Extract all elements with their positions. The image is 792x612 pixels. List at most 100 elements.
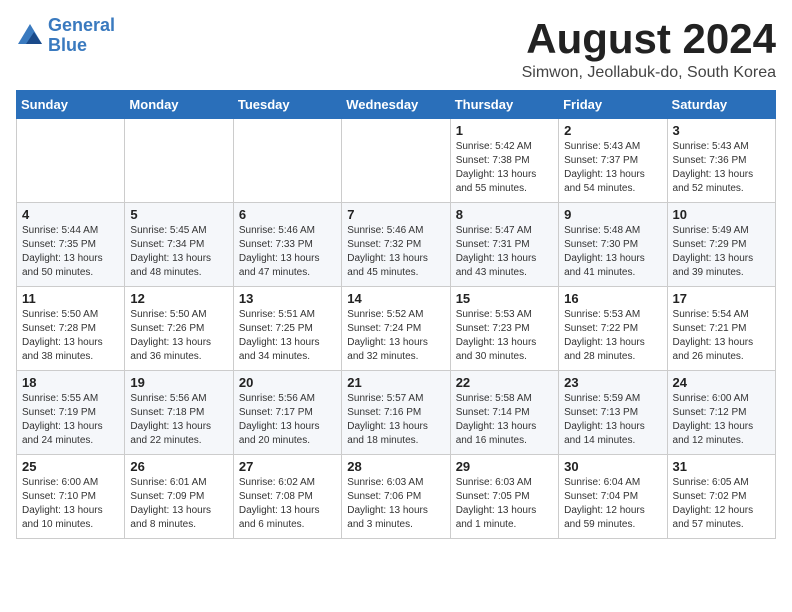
calendar-cell: 13Sunrise: 5:51 AM Sunset: 7:25 PM Dayli… <box>233 287 341 371</box>
day-info: Sunrise: 5:50 AM Sunset: 7:26 PM Dayligh… <box>130 308 227 364</box>
calendar-cell: 7 Sunrise: 5:46 AM Sunset: 7:32 PM Daylig… <box>342 203 450 287</box>
day-info: Sunrise: 6:03 AM Sunset: 7:06 PM Dayligh… <box>347 476 444 532</box>
day-info: Sunrise: 6:02 AM Sunset: 7:08 PM Dayligh… <box>239 476 336 532</box>
day-number: 24 <box>673 375 770 390</box>
calendar-cell: 31 Sunrise: 6:05 AM Sunset: 7:02 PM Dayli… <box>667 455 775 539</box>
day-number: 7 <box>347 207 444 222</box>
calendar-cell: 14 Sunrise: 5:52 AM Sunset: 7:24 PM Dayli… <box>342 287 450 371</box>
day-info: Sunrise: 6:05 AM Sunset: 7:02 PM Dayligh… <box>673 476 770 532</box>
calendar-cell: 22Sunrise: 5:58 AM Sunset: 7:14 PM Dayli… <box>450 371 558 455</box>
day-info: Sunrise: 5:42 AM Sunset: 7:38 PM Dayligh… <box>456 140 553 196</box>
calendar-cell <box>17 119 125 203</box>
day-number: 31 <box>673 459 770 474</box>
day-number: 3 <box>673 123 770 138</box>
day-info: Sunrise: 5:46 AM Sunset: 7:32 PM Dayligh… <box>347 224 444 280</box>
calendar-cell: 2 Sunrise: 5:43 AM Sunset: 7:37 PM Daylig… <box>559 119 667 203</box>
day-number: 19 <box>130 375 227 390</box>
calendar-cell: 12 Sunrise: 5:50 AM Sunset: 7:26 PM Dayli… <box>125 287 233 371</box>
calendar-cell: 9Sunrise: 5:48 AM Sunset: 7:30 PM Daylig… <box>559 203 667 287</box>
calendar-cell: 21 Sunrise: 5:57 AM Sunset: 7:16 PM Dayli… <box>342 371 450 455</box>
day-info: Sunrise: 5:54 AM Sunset: 7:21 PM Dayligh… <box>673 308 770 364</box>
day-number: 16 <box>564 291 661 306</box>
col-header-sunday: Sunday <box>17 91 125 119</box>
col-header-saturday: Saturday <box>667 91 775 119</box>
calendar-cell <box>125 119 233 203</box>
day-info: Sunrise: 5:45 AM Sunset: 7:34 PM Dayligh… <box>130 224 227 280</box>
calendar-cell: 19 Sunrise: 5:56 AM Sunset: 7:18 PM Dayli… <box>125 371 233 455</box>
calendar-cell: 27 Sunrise: 6:02 AM Sunset: 7:08 PM Dayli… <box>233 455 341 539</box>
day-info: Sunrise: 5:44 AM Sunset: 7:35 PM Dayligh… <box>22 224 119 280</box>
day-info: Sunrise: 5:49 AM Sunset: 7:29 PM Dayligh… <box>673 224 770 280</box>
location: Simwon, Jeollabuk-do, South Korea <box>522 64 776 82</box>
day-number: 5 <box>130 207 227 222</box>
calendar-cell: 11 Sunrise: 5:50 AM Sunset: 7:28 PM Dayli… <box>17 287 125 371</box>
day-number: 10 <box>673 207 770 222</box>
day-number: 26 <box>130 459 227 474</box>
calendar-cell: 18 Sunrise: 5:55 AM Sunset: 7:19 PM Dayli… <box>17 371 125 455</box>
calendar-cell: 3 Sunrise: 5:43 AM Sunset: 7:36 PM Daylig… <box>667 119 775 203</box>
day-info: Sunrise: 6:03 AM Sunset: 7:05 PM Dayligh… <box>456 476 553 532</box>
col-header-thursday: Thursday <box>450 91 558 119</box>
calendar-cell: 5 Sunrise: 5:45 AM Sunset: 7:34 PM Daylig… <box>125 203 233 287</box>
month-title: August 2024 <box>522 16 776 62</box>
calendar-cell: 26 Sunrise: 6:01 AM Sunset: 7:09 PM Dayli… <box>125 455 233 539</box>
calendar-cell <box>342 119 450 203</box>
col-header-friday: Friday <box>559 91 667 119</box>
calendar-cell: 24 Sunrise: 6:00 AM Sunset: 7:12 PM Dayli… <box>667 371 775 455</box>
day-number: 1 <box>456 123 553 138</box>
day-info: Sunrise: 5:43 AM Sunset: 7:36 PM Dayligh… <box>673 140 770 196</box>
day-info: Sunrise: 5:51 AM Sunset: 7:25 PM Dayligh… <box>239 308 336 364</box>
day-info: Sunrise: 6:00 AM Sunset: 7:10 PM Dayligh… <box>22 476 119 532</box>
logo-icon <box>16 22 44 50</box>
calendar-cell: 15Sunrise: 5:53 AM Sunset: 7:23 PM Dayli… <box>450 287 558 371</box>
calendar-cell: 16 Sunrise: 5:53 AM Sunset: 7:22 PM Dayli… <box>559 287 667 371</box>
day-number: 4 <box>22 207 119 222</box>
day-number: 27 <box>239 459 336 474</box>
day-number: 8 <box>456 207 553 222</box>
calendar-cell: 20 Sunrise: 5:56 AM Sunset: 7:17 PM Dayli… <box>233 371 341 455</box>
day-number: 23 <box>564 375 661 390</box>
day-info: Sunrise: 5:43 AM Sunset: 7:37 PM Dayligh… <box>564 140 661 196</box>
col-header-wednesday: Wednesday <box>342 91 450 119</box>
day-info: Sunrise: 5:53 AM Sunset: 7:22 PM Dayligh… <box>564 308 661 364</box>
day-number: 11 <box>22 291 119 306</box>
day-number: 14 <box>347 291 444 306</box>
day-number: 21 <box>347 375 444 390</box>
calendar-cell <box>233 119 341 203</box>
day-number: 30 <box>564 459 661 474</box>
day-info: Sunrise: 5:46 AM Sunset: 7:33 PM Dayligh… <box>239 224 336 280</box>
day-info: Sunrise: 5:55 AM Sunset: 7:19 PM Dayligh… <box>22 392 119 448</box>
day-number: 28 <box>347 459 444 474</box>
day-number: 12 <box>130 291 227 306</box>
calendar-cell: 25 Sunrise: 6:00 AM Sunset: 7:10 PM Dayli… <box>17 455 125 539</box>
day-number: 17 <box>673 291 770 306</box>
day-number: 18 <box>22 375 119 390</box>
day-info: Sunrise: 5:58 AM Sunset: 7:14 PM Dayligh… <box>456 392 553 448</box>
calendar-cell: 1 Sunrise: 5:42 AM Sunset: 7:38 PM Daylig… <box>450 119 558 203</box>
day-number: 20 <box>239 375 336 390</box>
day-number: 29 <box>456 459 553 474</box>
calendar-cell: 8 Sunrise: 5:47 AM Sunset: 7:31 PM Daylig… <box>450 203 558 287</box>
day-info: Sunrise: 5:56 AM Sunset: 7:17 PM Dayligh… <box>239 392 336 448</box>
page-header: General Blue August 2024 Simwon, Jeollab… <box>16 16 776 82</box>
day-info: Sunrise: 6:01 AM Sunset: 7:09 PM Dayligh… <box>130 476 227 532</box>
day-number: 2 <box>564 123 661 138</box>
day-info: Sunrise: 5:47 AM Sunset: 7:31 PM Dayligh… <box>456 224 553 280</box>
day-info: Sunrise: 5:52 AM Sunset: 7:24 PM Dayligh… <box>347 308 444 364</box>
calendar-cell: 6Sunrise: 5:46 AM Sunset: 7:33 PM Daylig… <box>233 203 341 287</box>
col-header-tuesday: Tuesday <box>233 91 341 119</box>
day-info: Sunrise: 5:56 AM Sunset: 7:18 PM Dayligh… <box>130 392 227 448</box>
day-info: Sunrise: 5:59 AM Sunset: 7:13 PM Dayligh… <box>564 392 661 448</box>
calendar-table: SundayMondayTuesdayWednesdayThursdayFrid… <box>16 90 776 539</box>
day-info: Sunrise: 5:57 AM Sunset: 7:16 PM Dayligh… <box>347 392 444 448</box>
day-info: Sunrise: 5:53 AM Sunset: 7:23 PM Dayligh… <box>456 308 553 364</box>
calendar-cell: 10 Sunrise: 5:49 AM Sunset: 7:29 PM Dayli… <box>667 203 775 287</box>
calendar-cell: 4 Sunrise: 5:44 AM Sunset: 7:35 PM Daylig… <box>17 203 125 287</box>
calendar-cell: 30Sunrise: 6:04 AM Sunset: 7:04 PM Dayli… <box>559 455 667 539</box>
day-number: 25 <box>22 459 119 474</box>
day-info: Sunrise: 6:00 AM Sunset: 7:12 PM Dayligh… <box>673 392 770 448</box>
calendar-cell: 17 Sunrise: 5:54 AM Sunset: 7:21 PM Dayli… <box>667 287 775 371</box>
title-block: August 2024 Simwon, Jeollabuk-do, South … <box>522 16 776 82</box>
day-info: Sunrise: 5:48 AM Sunset: 7:30 PM Dayligh… <box>564 224 661 280</box>
day-info: Sunrise: 5:50 AM Sunset: 7:28 PM Dayligh… <box>22 308 119 364</box>
